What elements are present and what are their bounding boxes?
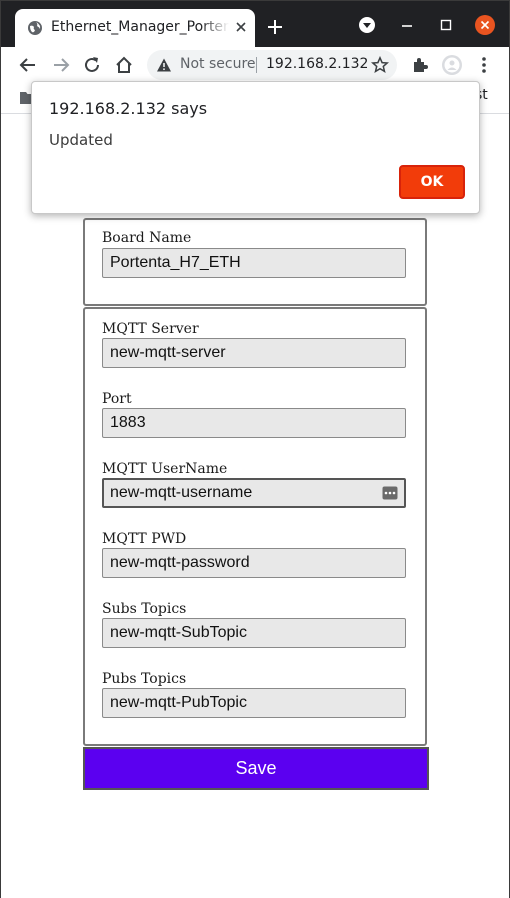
mqtt-username-value: new-mqtt-username — [110, 484, 253, 501]
globe-icon — [28, 21, 42, 35]
security-label: Not secure — [180, 56, 256, 72]
close-icon[interactable] — [233, 19, 249, 35]
dialog-title: 192.168.2.132 says — [49, 99, 208, 118]
minimize-icon[interactable] — [397, 15, 417, 35]
mqtt-fieldset: MQTT Server new-mqtt-server Port 1883 MQ… — [83, 307, 427, 746]
page-content: Board Name Portenta_H7_ETH MQTT Server n… — [1, 99, 509, 898]
window-close-icon[interactable] — [475, 15, 495, 35]
ok-button[interactable]: OK — [399, 165, 465, 199]
alert-dialog: 192.168.2.132 says Updated OK — [31, 81, 480, 214]
browser-window: Ethernet_Manager_Portenta_H7_ETH — [0, 0, 510, 898]
mqtt-username-label: MQTT UserName — [102, 461, 228, 477]
pubs-topics-input[interactable]: new-mqtt-PubTopic — [102, 688, 406, 718]
mqtt-username-input[interactable]: new-mqtt-username — [102, 478, 406, 508]
forward-arrow-icon[interactable] — [50, 54, 72, 76]
port-input[interactable]: 1883 — [102, 408, 406, 438]
dialog-message: Updated — [49, 131, 113, 149]
reload-icon[interactable] — [81, 54, 103, 76]
mqtt-pwd-input[interactable]: new-mqtt-password — [102, 548, 406, 578]
kebab-menu-icon[interactable] — [473, 54, 495, 76]
warning-icon — [157, 58, 171, 72]
address-bar[interactable]: Not secure 192.168.2.132 — [147, 50, 397, 80]
mqtt-server-input[interactable]: new-mqtt-server — [102, 338, 406, 368]
tab-title: Ethernet_Manager_Portenta_H7_ETH — [51, 19, 229, 35]
browser-tab[interactable]: Ethernet_Manager_Portenta_H7_ETH — [15, 9, 255, 47]
pubs-topics-label: Pubs Topics — [102, 671, 187, 687]
back-arrow-icon[interactable] — [17, 54, 39, 76]
port-label: Port — [102, 391, 132, 407]
tab-strip: Ethernet_Manager_Portenta_H7_ETH — [1, 1, 509, 47]
tab-search-icon[interactable] — [357, 15, 377, 35]
subs-topics-input[interactable]: new-mqtt-SubTopic — [102, 618, 406, 648]
save-button[interactable]: Save — [83, 747, 429, 790]
mqtt-server-label: MQTT Server — [102, 321, 199, 337]
new-tab-icon[interactable] — [266, 18, 284, 36]
home-icon[interactable] — [113, 54, 135, 76]
puzzle-icon[interactable] — [409, 54, 431, 76]
browser-toolbar: Not secure 192.168.2.132 — [1, 47, 509, 84]
subs-topics-label: Subs Topics — [102, 601, 187, 617]
url-text: 192.168.2.132 — [266, 56, 369, 72]
star-icon[interactable] — [371, 56, 389, 74]
board-fieldset: Board Name Portenta_H7_ETH — [83, 218, 427, 306]
address-divider — [256, 57, 257, 73]
board-name-input[interactable]: Portenta_H7_ETH — [102, 248, 406, 278]
avatar-icon[interactable] — [441, 54, 463, 76]
password-key-icon[interactable] — [382, 486, 398, 500]
mqtt-pwd-label: MQTT PWD — [102, 531, 187, 547]
board-name-label: Board Name — [102, 230, 192, 246]
maximize-icon[interactable] — [436, 15, 456, 35]
